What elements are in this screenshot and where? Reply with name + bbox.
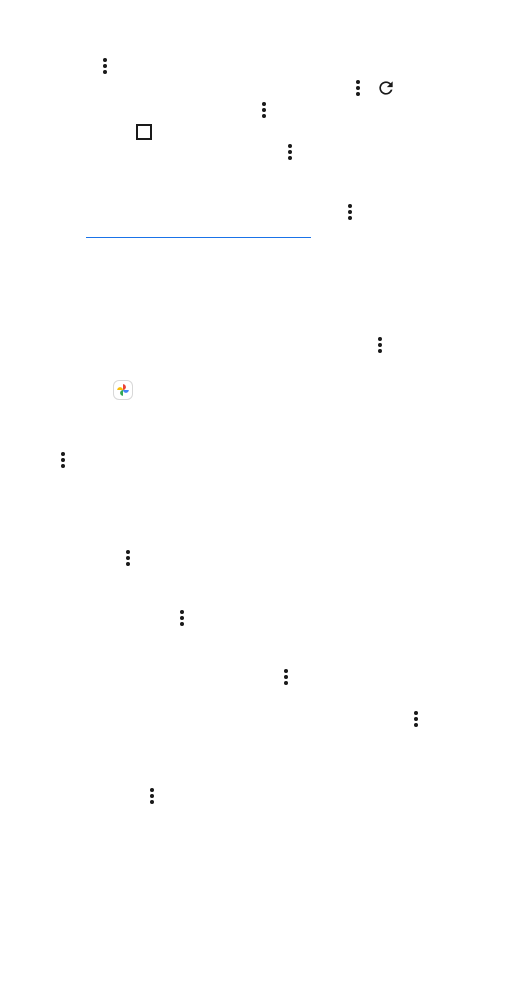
more-options-icon[interactable]: [343, 202, 357, 222]
more-options-icon[interactable]: [409, 709, 423, 729]
more-options-icon[interactable]: [279, 667, 293, 687]
more-options-icon[interactable]: [257, 100, 271, 120]
more-options-icon[interactable]: [283, 142, 297, 162]
more-options-icon[interactable]: [373, 335, 387, 355]
more-options-icon[interactable]: [351, 78, 365, 98]
more-options-icon[interactable]: [175, 608, 189, 628]
more-options-icon[interactable]: [121, 548, 135, 568]
more-options-icon[interactable]: [145, 786, 159, 806]
link-underline[interactable]: [86, 237, 311, 238]
refresh-icon[interactable]: [375, 77, 397, 99]
checkbox-icon[interactable]: [136, 124, 152, 140]
more-options-icon[interactable]: [56, 450, 70, 470]
pinwheel-app-icon[interactable]: [114, 381, 132, 399]
more-options-icon[interactable]: [98, 56, 112, 76]
